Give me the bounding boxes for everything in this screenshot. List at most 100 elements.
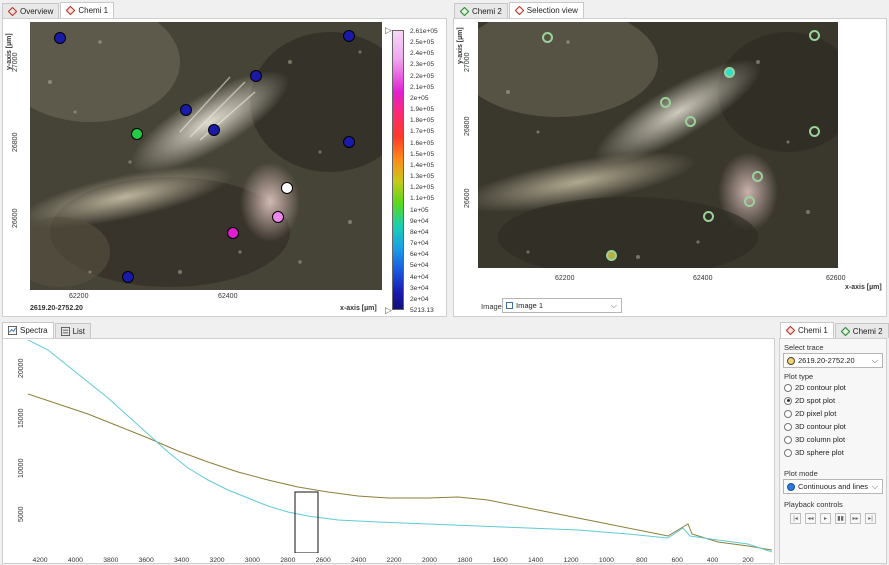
corner-range-label: 2619.20-2752.20 (30, 305, 83, 312)
plot-type-option-label: 3D contour plot (795, 422, 846, 431)
image-select[interactable]: Image 1 ⌵ (502, 298, 622, 313)
x-tick: 62200 (555, 275, 575, 282)
spectra-x-tick: 3200 (209, 557, 225, 564)
spot-marker[interactable] (272, 211, 284, 223)
next-frame-button[interactable]: ▸▸ (850, 513, 861, 524)
selection-marker[interactable] (685, 116, 696, 127)
play-button[interactable]: ▸ (820, 513, 831, 524)
x-tick: 62200 (69, 293, 89, 300)
spot-marker[interactable] (343, 136, 355, 148)
spot-marker[interactable] (54, 32, 66, 44)
colorbar-tick-label: 1.9e+05 (410, 106, 435, 114)
plot-type-option[interactable]: 2D spot plot (784, 396, 835, 405)
plot-mode-select[interactable]: Continuous and lines ⌵ (783, 479, 883, 494)
previous-frame-button[interactable]: ◂◂ (805, 513, 816, 524)
trace-icon (787, 356, 795, 365)
plot-type-option[interactable]: 2D contour plot (784, 383, 846, 392)
radio-button[interactable] (784, 448, 792, 457)
chemi-icon (66, 6, 76, 15)
y-tick: 15000 (18, 408, 25, 428)
microscope-image-right[interactable] (478, 22, 838, 268)
microscope-texture (30, 22, 382, 290)
colorbar-tick-label: 1.4e+05 (410, 161, 435, 169)
plot-mode-label: Plot mode (784, 469, 818, 478)
spectra-x-tick: 2600 (315, 557, 331, 564)
colorbar-tick-label: 5213.13 (410, 307, 434, 314)
tab-overview[interactable]: Overview (2, 3, 60, 18)
last-frame-button[interactable]: ▸| (865, 513, 876, 524)
diamond-icon (514, 6, 524, 15)
selection-marker[interactable] (752, 171, 763, 182)
tab-label: List (72, 326, 86, 336)
trace-select-value: 2619.20-2752.20 (798, 356, 855, 365)
colorbar-tick-label: 2.4e+05 (410, 50, 435, 58)
list-icon (60, 326, 70, 336)
spot-marker[interactable] (208, 124, 220, 136)
tab-label: Chemi 2 (852, 326, 883, 336)
spectra-x-tick: 2200 (386, 557, 402, 564)
plot-type-option[interactable]: 3D contour plot (784, 422, 846, 431)
radio-button[interactable] (784, 422, 792, 431)
radio-button[interactable] (784, 396, 792, 405)
plot-mode-value: Continuous and lines (798, 482, 869, 491)
colorbar-tick-label: 2.1e+05 (410, 83, 435, 91)
bottom-tabbar: Spectra List (2, 322, 92, 338)
colorbar-tick-label: 7e+04 (410, 240, 429, 248)
y-tick: 26800 (12, 132, 19, 152)
tab-chemi-2[interactable]: Chemi 2 (454, 3, 508, 18)
selection-marker[interactable] (724, 67, 735, 78)
plot-type-option[interactable]: 3D sphere plot (784, 448, 844, 457)
tab-selection-view[interactable]: Selection view (508, 2, 584, 18)
tab-list[interactable]: List (54, 323, 92, 338)
select-trace-label: Select trace (784, 343, 824, 352)
spectra-plot[interactable] (28, 340, 772, 553)
spot-marker[interactable] (250, 70, 262, 82)
colorbar-tick-label: 6e+04 (410, 251, 429, 259)
selection-marker[interactable] (703, 211, 714, 222)
spectra-x-tick: 4000 (67, 557, 83, 564)
spot-marker[interactable] (281, 182, 293, 194)
tab-label: Chemi 1 (798, 326, 828, 335)
selection-marker[interactable] (744, 196, 755, 207)
tab-chemi-1[interactable]: Chemi 1 (60, 2, 115, 18)
plot-type-option[interactable]: 3D column plot (784, 435, 845, 444)
first-frame-button[interactable]: |◂ (790, 513, 801, 524)
x-tick: 62400 (693, 275, 713, 282)
y-tick: 20000 (18, 358, 25, 378)
colorbar-tick-label: 4e+04 (410, 273, 429, 281)
selection-marker[interactable] (660, 97, 671, 108)
trace-select[interactable]: 2619.20-2752.20 ⌵ (783, 353, 883, 368)
radio-button[interactable] (784, 383, 792, 392)
colorbar-min-handle[interactable]: ▷ (385, 305, 392, 316)
colorbar-tick-label: 2.5e+05 (410, 39, 435, 47)
chevron-down-icon: ⌵ (871, 356, 878, 365)
tab-side-chemi-1[interactable]: Chemi 1 (780, 322, 834, 338)
spot-marker[interactable] (343, 30, 355, 42)
pause-button[interactable]: ▮▮ (835, 513, 846, 524)
plot-type-option-label: 3D sphere plot (795, 448, 844, 457)
plot-type-option[interactable]: 2D pixel plot (784, 409, 836, 418)
x-axis-label: x-axis [µm] (845, 284, 882, 291)
tab-side-chemi-2[interactable]: Chemi 2 (834, 323, 889, 338)
colorbar[interactable] (392, 30, 404, 310)
spot-marker[interactable] (227, 227, 239, 239)
image-select-value: Image 1 (516, 301, 544, 310)
spot-marker[interactable] (131, 128, 143, 140)
radio-button[interactable] (784, 435, 792, 444)
selection-marker[interactable] (809, 126, 820, 137)
tab-spectra[interactable]: Spectra (2, 322, 54, 338)
spot-marker[interactable] (122, 271, 134, 283)
selection-marker[interactable] (809, 30, 820, 41)
colorbar-max-handle[interactable]: ▷ (385, 25, 392, 36)
spectra-x-tick: 2400 (351, 557, 367, 564)
spot-marker[interactable] (180, 104, 192, 116)
spectra-x-tick: 3000 (244, 557, 260, 564)
colorbar-tick-label: 5e+04 (410, 262, 429, 270)
image-label: Image: (481, 302, 504, 311)
colorbar-tick-label: 2e+04 (410, 295, 429, 303)
selection-marker[interactable] (542, 32, 553, 43)
spectra-x-tick: 3600 (138, 557, 154, 564)
selection-marker[interactable] (606, 250, 617, 261)
microscope-image-left[interactable] (30, 22, 382, 290)
radio-button[interactable] (784, 409, 792, 418)
